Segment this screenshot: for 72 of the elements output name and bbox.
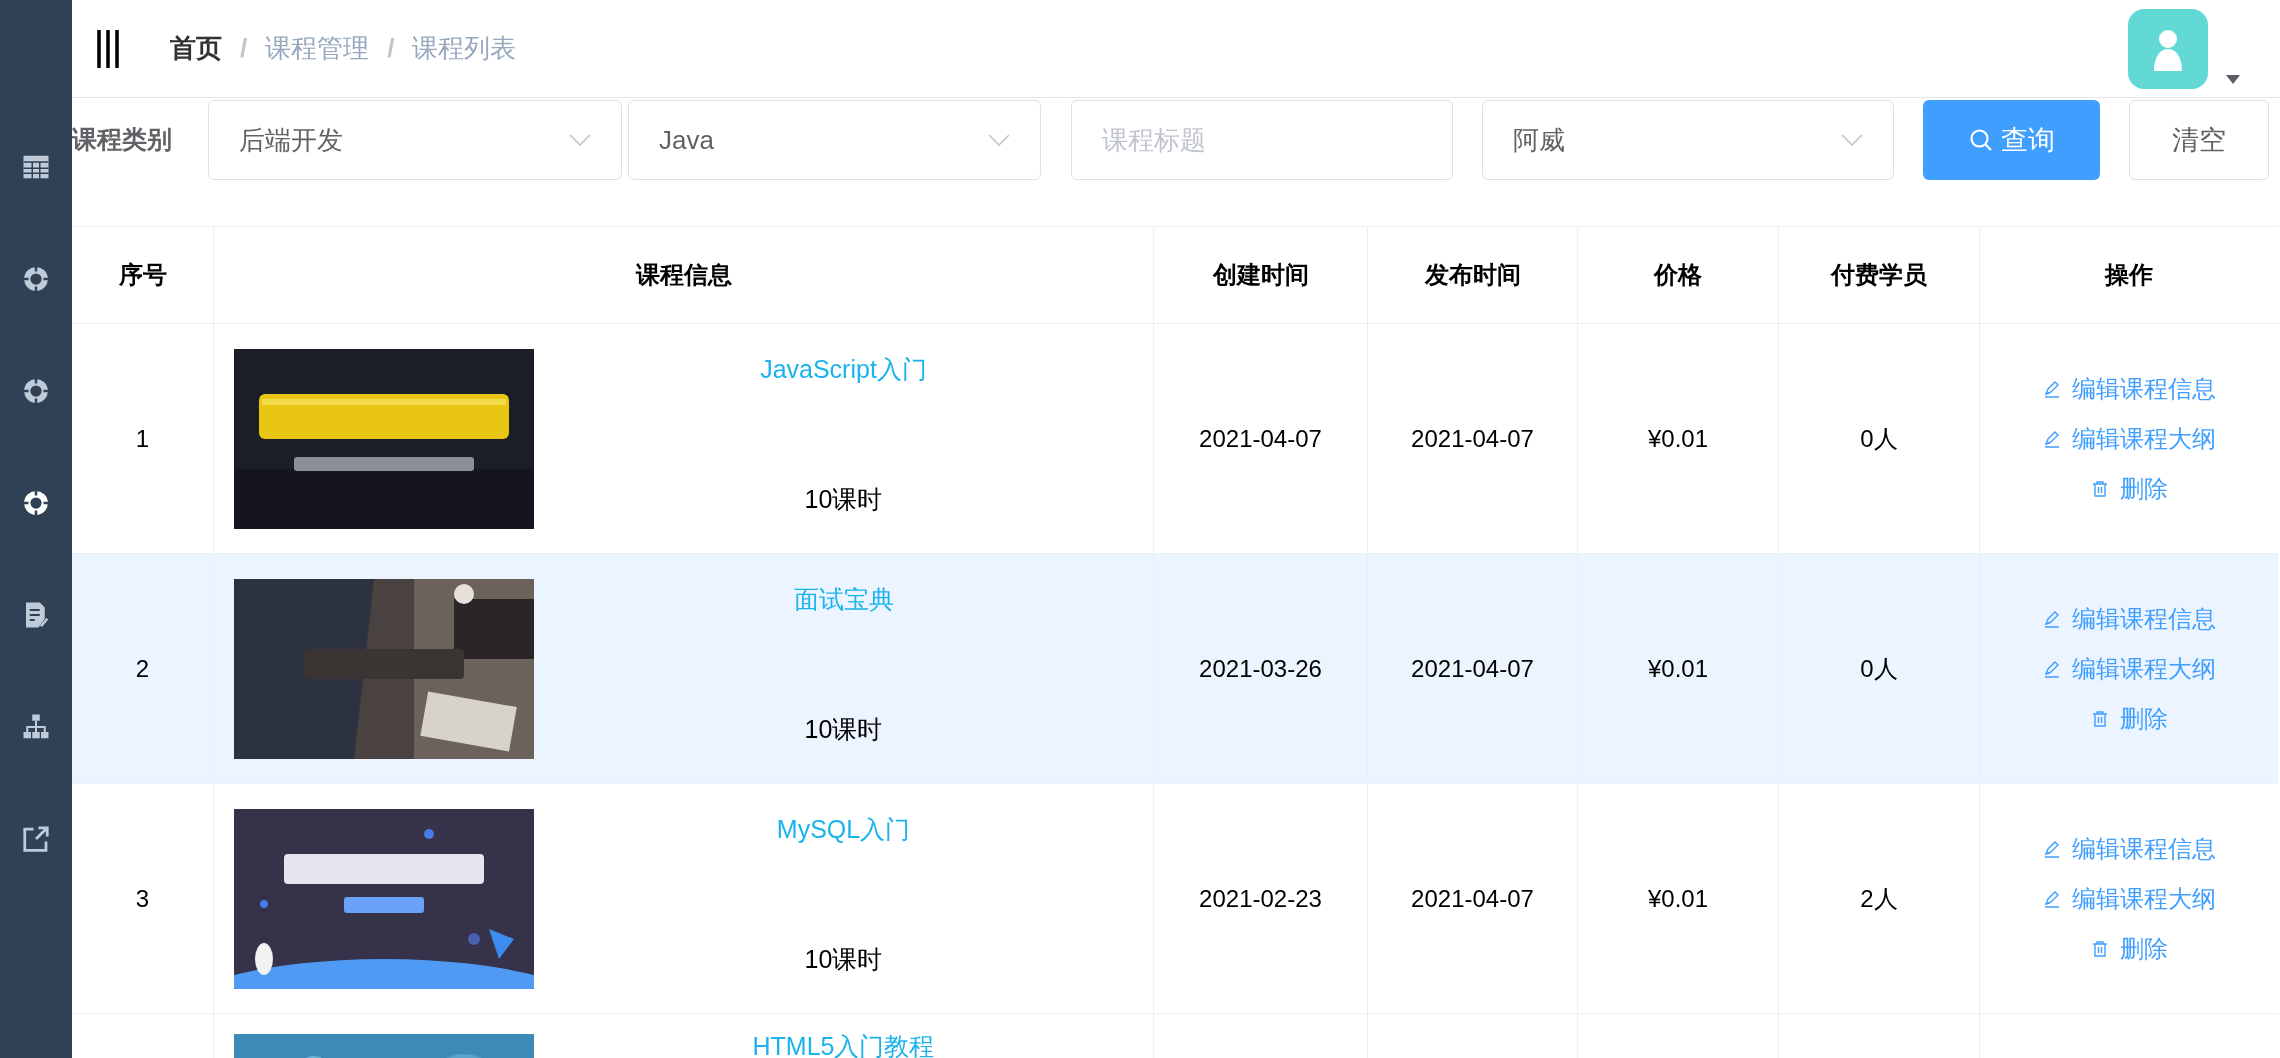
column-header: 价格	[1654, 260, 1702, 290]
table-cell-text: 0人	[1860, 423, 1898, 454]
pencil-icon	[2042, 838, 2062, 859]
edit-link[interactable]: 编辑课程大纲	[2042, 650, 2216, 687]
course-hours: 10课时	[804, 944, 883, 975]
edit-link[interactable]: 编辑课程信息	[2042, 600, 2216, 637]
clear-button[interactable]: 清空	[2129, 100, 2269, 180]
select-field[interactable]: Java	[628, 100, 1041, 180]
column-header: 操作	[2105, 260, 2153, 290]
table-cell-text: ¥0.01	[1647, 653, 1709, 684]
trash-icon	[2090, 708, 2110, 729]
course-title-link[interactable]: 面试宝典	[793, 580, 894, 618]
delete-link[interactable]: 删除	[2090, 930, 2168, 967]
course-title-link[interactable]: JavaScript入门	[760, 350, 927, 388]
column-header: 课程信息	[635, 260, 732, 290]
table-cell-text: ¥0.01	[1647, 883, 1709, 914]
lifebuoy-icon[interactable]	[21, 376, 51, 406]
course-title-field[interactable]: 课程标题	[1071, 100, 1453, 180]
select-field[interactable]: 阿威	[1482, 100, 1894, 180]
pencil-icon	[2042, 658, 2062, 679]
table-cell-text: 2021-04-07	[1411, 423, 1534, 454]
table-cell-text: 2021-04-07	[1411, 883, 1534, 914]
edit-link[interactable]: 编辑课程信息	[2042, 370, 2216, 407]
pencil-icon	[2042, 428, 2062, 449]
trash-icon	[2090, 478, 2110, 499]
chevron-down-icon	[1841, 134, 1863, 146]
course-title-link[interactable]: MySQL入门	[776, 810, 911, 848]
column-header: 创建时间	[1212, 260, 1309, 290]
breadcrumb-separator: /	[387, 32, 395, 65]
delete-link[interactable]: 删除	[2090, 470, 2168, 507]
table-cell-text: 3	[135, 883, 150, 914]
edit-link[interactable]: 编辑课程大纲	[2042, 880, 2216, 917]
pencil-icon	[2042, 608, 2062, 629]
search-icon	[1968, 128, 1993, 152]
delete-link[interactable]: 删除	[2090, 700, 2168, 737]
edit-link[interactable]: 编辑课程大纲	[2042, 420, 2216, 457]
table-cell-text: 2021-03-26	[1199, 653, 1322, 684]
caret-icon[interactable]	[2226, 74, 2240, 85]
column-header: 付费学员	[1831, 260, 1927, 290]
table-cell-text: 2021-04-07	[1199, 423, 1322, 454]
pencil-icon	[2042, 888, 2062, 909]
breadcrumb-separator: /	[240, 32, 248, 65]
select-field[interactable]: 后端开发	[208, 100, 622, 180]
table-cell-text: 2021-02-23	[1199, 883, 1322, 914]
course-hours: 10课时	[804, 484, 883, 515]
search-button[interactable]: 查询	[1923, 100, 2100, 180]
edit-link[interactable]: 编辑课程信息	[2042, 830, 2216, 867]
pencil-icon	[2042, 378, 2062, 399]
breadcrumb-item: 课程管理	[265, 32, 370, 65]
table-row[interactable]: 1 JavaScript入门 10课时 2021-04-07 2021-04-07 ¥0.01 0人 编辑课程信息 编辑课程大纲 删除	[72, 324, 2278, 554]
filter-label: 课程类别	[72, 124, 173, 156]
column-header: 发布时间	[1424, 260, 1521, 290]
trash-icon	[2090, 938, 2110, 959]
course-title-link[interactable]: HTML5入门教程	[752, 1028, 935, 1058]
menu-icon[interactable]	[96, 29, 120, 68]
table-cell-text: ¥0.01	[1647, 423, 1709, 454]
table-row[interactable]: 3 MySQL入门 10课时 2021-02-23 2021-04-07 ¥0.01 2人 编辑课程信息 编辑课程大纲 删除	[72, 784, 2278, 1014]
lifebuoy-icon[interactable]	[21, 488, 51, 518]
table-cell-text: 1	[135, 423, 150, 454]
lifebuoy-icon[interactable]	[21, 264, 51, 294]
breadcrumb-item[interactable]: 首页	[170, 29, 222, 68]
course-hours: 10课时	[804, 714, 883, 745]
column-header: 序号	[118, 260, 167, 290]
table-cell-text: 2人	[1860, 883, 1898, 914]
table-row[interactable]: 2 面试宝典 10课时 2021-03-26 2021-04-07 ¥0.01 0人 编辑课程信息 编辑课程大纲 删除	[72, 554, 2278, 784]
breadcrumb-item: 课程列表	[412, 32, 517, 65]
chevron-down-icon	[988, 134, 1010, 146]
table-cell-text: 2021-04-07	[1411, 653, 1534, 684]
external-link-icon[interactable]	[21, 824, 51, 854]
table-cell-text: 2	[135, 653, 150, 684]
table-cell-text: 0人	[1860, 653, 1898, 684]
chevron-down-icon	[569, 134, 591, 146]
